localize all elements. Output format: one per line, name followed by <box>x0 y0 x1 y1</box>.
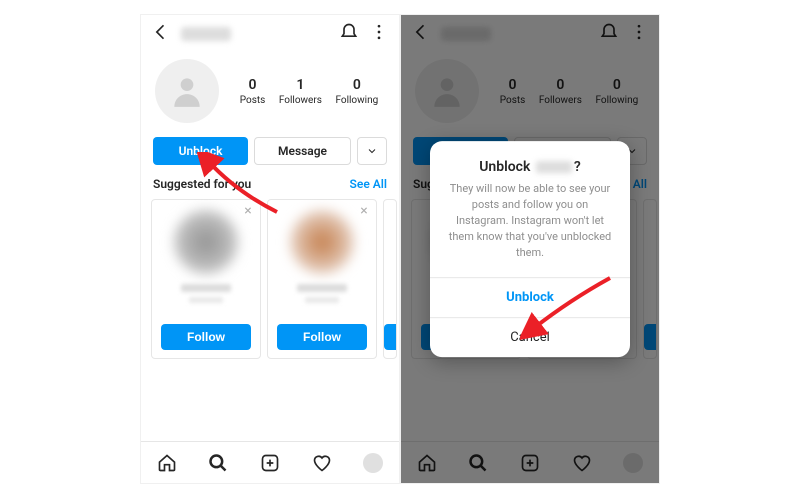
suggested-sub-blurred <box>189 297 223 303</box>
avatar <box>363 453 383 473</box>
back-icon <box>411 22 431 46</box>
back-icon[interactable] <box>151 22 171 46</box>
unblock-dialog: Unblock ? They will now be able to see y… <box>430 141 630 357</box>
suggested-name-blurred <box>181 284 231 292</box>
suggest-toggle-button[interactable] <box>357 137 387 165</box>
unblock-button[interactable]: Unblock <box>153 137 248 165</box>
dialog-unblock-button[interactable]: Unblock <box>430 277 630 317</box>
profile-avatar <box>415 59 479 123</box>
stat-following[interactable]: 0 Following <box>335 77 378 106</box>
search-icon[interactable] <box>207 452 229 474</box>
stat-followers-count: 1 <box>279 77 322 93</box>
chevron-down-icon <box>366 145 378 157</box>
suggested-card-peek[interactable] <box>383 199 397 359</box>
suggested-avatar-blurred <box>174 210 238 274</box>
dialog-title: Unblock ? <box>430 141 630 181</box>
stat-posts: 0 Posts <box>500 77 526 106</box>
follow-button[interactable] <box>384 324 396 350</box>
avatar <box>623 453 643 473</box>
search-icon <box>467 452 489 474</box>
profile-tab <box>622 452 644 474</box>
profile-avatar[interactable] <box>155 59 219 123</box>
profile-summary: 0 Posts 1 Followers 0 Following <box>141 53 399 133</box>
stat-posts-label: Posts <box>240 95 266 106</box>
profile-stats: 0 Posts 1 Followers 0 Following <box>233 77 385 106</box>
new-post-icon <box>519 452 541 474</box>
suggested-card[interactable]: × Follow <box>151 199 261 359</box>
stat-following-label: Following <box>335 95 378 106</box>
new-post-icon[interactable] <box>259 452 281 474</box>
stat-followers-label: Followers <box>279 95 322 106</box>
bottom-nav <box>401 441 659 483</box>
follow-button[interactable]: Follow <box>161 324 251 350</box>
notifications-icon <box>599 22 619 46</box>
suggested-avatar-blurred <box>290 210 354 274</box>
stat-followers: 0 Followers <box>539 77 582 106</box>
see-all-link[interactable]: See All <box>350 177 387 191</box>
username-blurred <box>181 27 231 41</box>
suggested-list[interactable]: × Follow × Follow <box>141 199 399 359</box>
phone-profile-screen: 0 Posts 1 Followers 0 Following Unblock … <box>140 14 400 484</box>
close-icon[interactable]: × <box>356 204 372 220</box>
notifications-icon[interactable] <box>339 22 359 46</box>
dialog-username-blurred <box>536 161 572 173</box>
stat-posts[interactable]: 0 Posts <box>240 77 266 106</box>
activity-icon <box>571 452 593 474</box>
bottom-nav <box>141 441 399 483</box>
activity-icon[interactable] <box>311 452 333 474</box>
close-icon[interactable]: × <box>240 204 256 220</box>
follow-button[interactable]: Follow <box>277 324 367 350</box>
stat-followers[interactable]: 1 Followers <box>279 77 322 106</box>
header <box>401 15 659 53</box>
suggested-name-blurred <box>297 284 347 292</box>
suggested-header: Suggested for you See All <box>141 177 399 199</box>
stat-following-count: 0 <box>335 77 378 93</box>
more-icon[interactable] <box>369 22 389 46</box>
username-blurred <box>441 27 491 41</box>
suggested-card[interactable]: × Follow <box>267 199 377 359</box>
dialog-message: They will now be able to see your posts … <box>430 181 630 277</box>
follow-button <box>644 324 656 350</box>
message-button[interactable]: Message <box>254 137 351 165</box>
profile-summary: 0 Posts 0 Followers 0 Following <box>401 53 659 133</box>
stat-posts-count: 0 <box>240 77 266 93</box>
home-icon <box>416 452 438 474</box>
stat-following: 0 Following <box>595 77 638 106</box>
suggested-sub-blurred <box>305 297 339 303</box>
profile-actions: Unblock Message <box>141 133 399 177</box>
profile-stats: 0 Posts 0 Followers 0 Following <box>493 77 645 106</box>
suggested-card-peek <box>643 199 657 359</box>
profile-tab[interactable] <box>362 452 384 474</box>
suggested-title: Suggested for you <box>153 177 251 191</box>
more-icon <box>629 22 649 46</box>
home-icon[interactable] <box>156 452 178 474</box>
phone-unblock-dialog-screen: 0 Posts 0 Followers 0 Following Unblock … <box>400 14 660 484</box>
dialog-cancel-button[interactable]: Cancel <box>430 317 630 357</box>
header <box>141 15 399 53</box>
